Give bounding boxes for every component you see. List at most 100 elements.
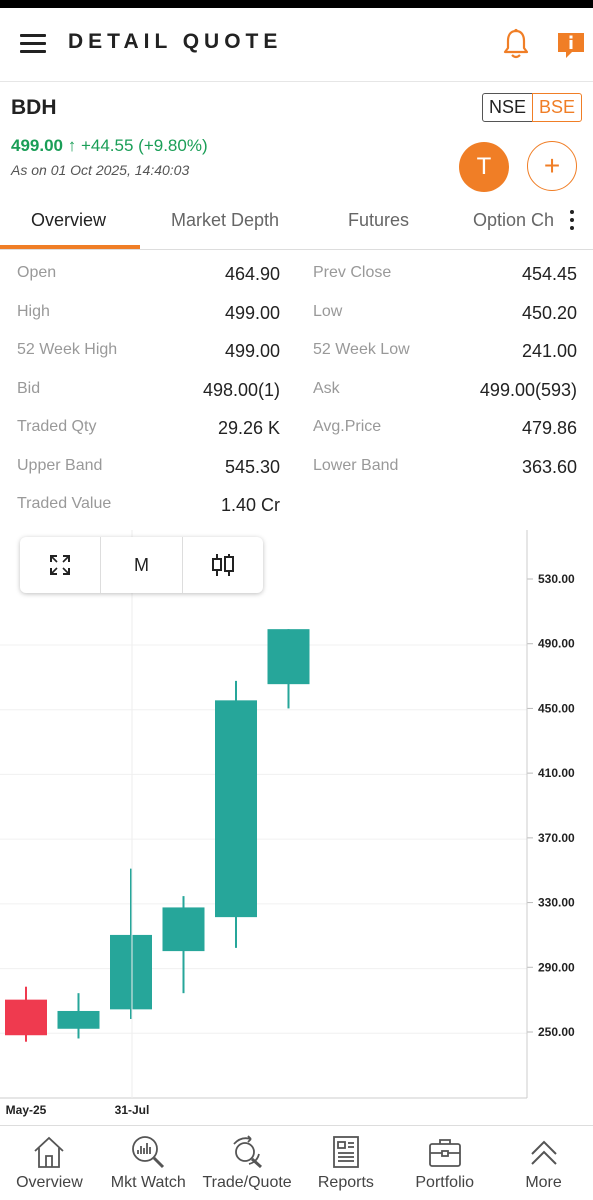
stat-value: 450.20 <box>521 302 577 323</box>
expand-icon <box>50 555 71 575</box>
x-tick-label: 31-Jul <box>115 1103 150 1117</box>
bottom-navigation: Overview Mkt Watch Trade/Quote Reports P… <box>0 1125 593 1200</box>
expand-chart-button[interactable] <box>20 537 102 593</box>
nav-label: Mkt Watch <box>110 1174 186 1191</box>
stat-value: 464.90 <box>224 264 280 284</box>
nav-label: Portfolio <box>415 1174 475 1191</box>
y-tick-label: 490.00 <box>538 637 575 651</box>
stat-row: Ask 499.00(593) <box>313 380 577 404</box>
trade-quote-icon <box>233 1135 263 1169</box>
hamburger-menu-icon[interactable] <box>20 34 46 54</box>
stat-row: 52 Week Low 241.00 <box>313 341 577 365</box>
stat-label: Traded Value <box>17 495 112 512</box>
last-traded-price: 499.00 <box>11 136 63 155</box>
nav-overview[interactable]: Overview <box>0 1126 99 1200</box>
quote-tabs: Overview Market Depth Futures Option Cha… <box>0 196 593 250</box>
period-button[interactable]: M <box>101 537 183 593</box>
nav-reports[interactable]: Reports <box>296 1126 395 1200</box>
candle-body[interactable] <box>110 934 152 1010</box>
app-header: DETAIL QUOTE <box>0 8 593 82</box>
nse-button[interactable]: NSE <box>482 93 534 122</box>
stat-label: Low <box>313 302 343 320</box>
y-tick-label: 450.00 <box>538 701 575 715</box>
stat-value: 499.00(593) <box>479 379 577 400</box>
as-on-timestamp: As on 01 Oct 2025, 14:40:03 <box>11 162 190 178</box>
candlestick-chart-svg[interactable]: 530.00 490.00 450.00 410.00 370.00 330.00 290.… <box>0 530 593 1125</box>
active-tab-indicator <box>0 245 140 249</box>
y-tick-label: 370.00 <box>538 831 575 845</box>
up-arrow-icon: ↑ <box>67 136 77 155</box>
tab-futures[interactable]: Futures <box>348 210 409 231</box>
stat-label: Traded Qty <box>17 418 97 435</box>
stat-label: 52 Week Low <box>313 341 410 358</box>
y-tick-label: 530.00 <box>538 572 575 586</box>
candle-body[interactable] <box>57 1010 100 1029</box>
tab-market-depth[interactable]: Market Depth <box>171 210 279 231</box>
home-icon <box>34 1136 65 1168</box>
candle-body[interactable] <box>215 700 257 918</box>
market-watch-icon <box>132 1136 165 1169</box>
nav-label: Reports <box>317 1174 374 1191</box>
stat-row: Prev Close 454.45 <box>313 264 577 288</box>
y-tick-label: 410.00 <box>538 766 575 780</box>
stat-row: Bid 498.00(1) <box>17 380 280 404</box>
nav-more[interactable]: More <box>494 1126 593 1200</box>
tab-overview[interactable]: Overview <box>31 210 106 231</box>
nav-label: Trade/Quote <box>202 1174 292 1191</box>
y-tick-label: 250.00 <box>538 1025 575 1039</box>
price-row: 499.00 ↑ +44.55 (+9.80%) <box>11 136 208 156</box>
info-icon[interactable] <box>556 30 586 60</box>
y-tick-label: 290.00 <box>538 960 575 974</box>
nav-label: More <box>525 1174 562 1191</box>
stat-row: 52 Week High 499.00 <box>17 341 280 365</box>
stat-row: Traded Value 1.40 Cr <box>17 495 280 519</box>
stat-value: 498.00(1) <box>202 379 280 400</box>
bell-icon[interactable] <box>502 28 530 60</box>
stat-value: 454.45 <box>521 264 577 284</box>
page-title: DETAIL QUOTE <box>68 30 283 53</box>
candle-body[interactable] <box>267 629 310 685</box>
stat-label: Upper Band <box>17 456 103 474</box>
reports-icon <box>332 1136 359 1168</box>
stat-row: Traded Qty 29.26 K <box>17 418 280 442</box>
stat-label: Bid <box>17 379 41 397</box>
stat-row: Lower Band 363.60 <box>313 457 577 481</box>
symbol-name: BDH <box>11 96 57 119</box>
candle-body[interactable] <box>162 907 205 952</box>
more-icon <box>530 1140 557 1165</box>
stat-value: 499.00 <box>224 302 280 323</box>
stat-label: High <box>17 302 50 320</box>
tab-option-chain[interactable]: Option Chain <box>473 210 553 231</box>
chart-toolbar: M <box>20 537 263 593</box>
stat-row: Avg.Price 479.86 <box>313 418 577 442</box>
candle-body[interactable] <box>5 999 47 1036</box>
stat-value: 499.00 <box>224 341 280 361</box>
stat-row: Upper Band 545.30 <box>17 457 280 481</box>
chart-type-button[interactable] <box>183 537 263 593</box>
stat-value: 29.26 K <box>217 418 280 438</box>
price-chart[interactable]: 530.00 490.00 450.00 410.00 370.00 330.00 290.… <box>0 530 593 1125</box>
stat-value: 363.60 <box>521 456 577 477</box>
stat-label: Avg.Price <box>313 418 382 435</box>
stat-row: High 499.00 <box>17 303 280 327</box>
stat-label: Prev Close <box>313 264 392 281</box>
y-tick-label: 330.00 <box>538 896 575 910</box>
stat-label: 52 Week High <box>17 341 118 358</box>
portfolio-icon <box>428 1139 461 1167</box>
stat-label: Open <box>17 264 57 281</box>
stat-value: 241.00 <box>521 341 577 361</box>
stat-value: 479.86 <box>521 418 577 438</box>
nav-label: Overview <box>16 1174 83 1191</box>
nav-mkt-watch[interactable]: Mkt Watch <box>99 1126 198 1200</box>
more-options-icon[interactable] <box>566 210 578 232</box>
trade-button[interactable]: T <box>459 142 509 192</box>
price-change: +44.55 (+9.80%) <box>80 136 208 155</box>
x-tick-label: May-25 <box>6 1103 47 1117</box>
stat-row: Open 464.90 <box>17 264 280 288</box>
bse-button[interactable]: BSE <box>532 93 583 122</box>
nav-trade-quote[interactable]: Trade/Quote <box>198 1126 297 1200</box>
nav-portfolio[interactable]: Portfolio <box>395 1126 494 1200</box>
stat-row: Low 450.20 <box>313 303 577 327</box>
add-to-watchlist-button[interactable]: + <box>527 141 577 191</box>
stat-value: 1.40 Cr <box>220 495 280 515</box>
